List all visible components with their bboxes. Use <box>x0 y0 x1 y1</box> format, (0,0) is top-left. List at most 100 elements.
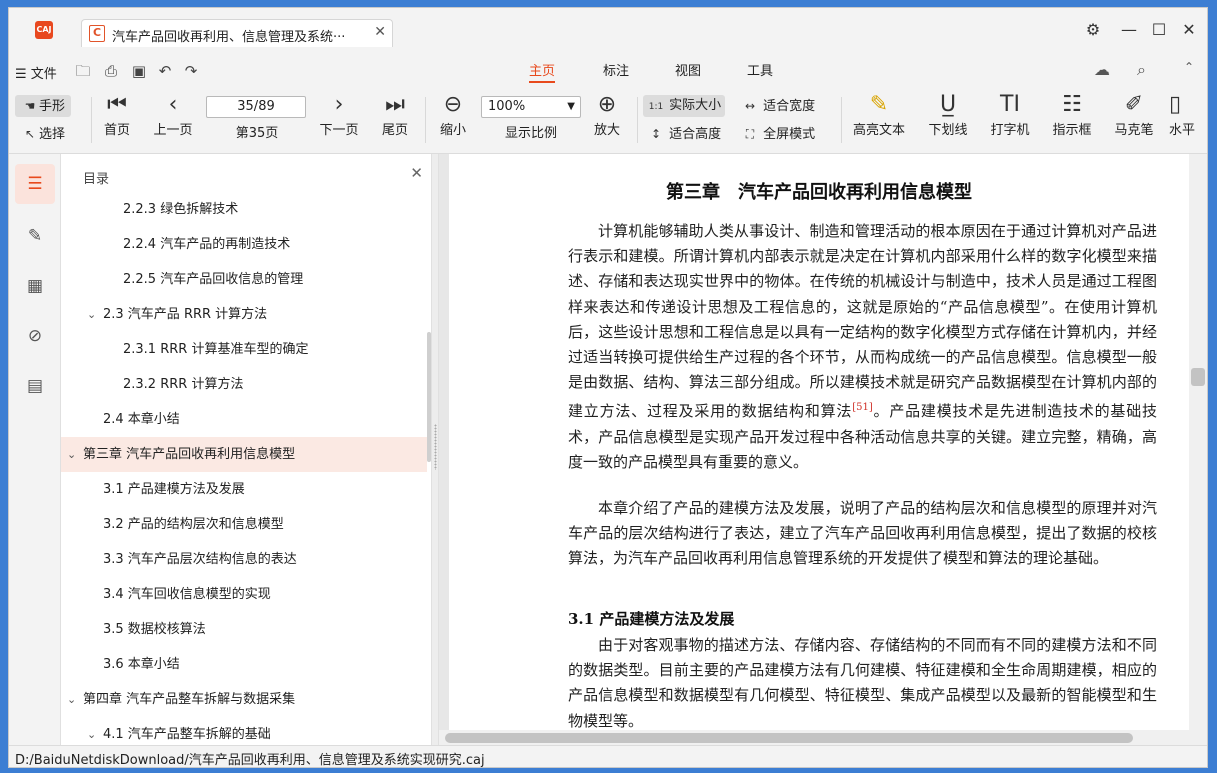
save-icon[interactable]: ▣ <box>129 61 149 81</box>
fit-height-button[interactable]: ↕ 适合高度 <box>647 123 721 145</box>
tab-annotate[interactable]: 标注 <box>603 60 629 79</box>
toc-item[interactable]: 2.4 本章小结 <box>61 402 427 437</box>
indicator-box-button[interactable]: ☷ 指示框 <box>1047 91 1097 138</box>
next-page-button[interactable]: › 下一页 <box>315 91 363 138</box>
full-screen-icon: ⛶ <box>745 127 755 141</box>
toc-item[interactable]: 2.2.4 汽车产品的再制造技术 <box>61 227 427 262</box>
full-screen-button[interactable]: ⛶ 全屏模式 <box>741 123 815 145</box>
toc-panel-icon[interactable]: ☰ <box>15 164 55 204</box>
underline-label: 下划线 <box>928 123 968 138</box>
zoom-value: 100% <box>488 99 526 114</box>
left-rail: ☰ ✎ ▦ ⊘ ▤ <box>9 154 61 745</box>
toc-item[interactable]: ⌄ 2.3 汽车产品 RRR 计算方法 <box>61 297 427 332</box>
tab-tools[interactable]: 工具 <box>747 60 773 79</box>
actual-size-icon: 1:1 <box>648 102 664 112</box>
fit-width-button[interactable]: ↔ 适合宽度 <box>741 95 815 117</box>
close-window-button[interactable]: ✕ <box>1174 20 1204 39</box>
last-page-button[interactable]: ⏭ 尾页 <box>377 91 413 138</box>
print-icon[interactable]: ⎙ <box>101 61 121 81</box>
select-tool-button[interactable]: ↖ 选择 <box>21 123 65 145</box>
redo-icon[interactable]: ↷ <box>181 61 201 81</box>
hand-tool-button[interactable]: ☚ 手形 <box>15 95 72 117</box>
actual-size-button[interactable]: 1:1 实际大小 <box>643 95 726 117</box>
typewriter-icon: TI <box>1000 92 1020 117</box>
paragraph-3: 由于对客观事物的描述方法、存储内容、存储结构的不同而有不同的建模方法和不同的数据… <box>568 636 1157 730</box>
select-tool-label: 选择 <box>39 127 66 142</box>
annotation-panel-icon[interactable]: ✎ <box>15 216 55 256</box>
chevron-left-icon: ‹ <box>168 92 178 117</box>
toc-item[interactable]: ⌄ 第三章 汽车产品回收再利用信息模型 <box>61 437 427 472</box>
toc-item[interactable]: 3.1 产品建模方法及发展 <box>61 472 427 507</box>
watermark-button[interactable]: ▯ 水平 <box>1169 91 1199 138</box>
panel-splitter[interactable] <box>431 154 439 745</box>
vertical-scroll-thumb[interactable] <box>1191 368 1205 386</box>
chevron-right-icon: › <box>334 92 344 117</box>
chevron-down-icon[interactable]: ⌄ <box>87 297 96 332</box>
page-number-input[interactable]: 35/89 <box>206 96 306 118</box>
cloud-upload-icon[interactable]: ☁ <box>1094 60 1110 79</box>
zoom-label-group: 显示比例 <box>499 122 563 141</box>
toolbar-divider <box>637 97 638 143</box>
document-tab[interactable]: C 汽车产品回收再利用、信息管理及系统··· ✕ <box>81 19 393 47</box>
toc-item[interactable]: 3.6 本章小结 <box>61 647 427 682</box>
tab-home[interactable]: 主页 <box>529 60 556 83</box>
indicator-box-label: 指示框 <box>1052 123 1092 138</box>
file-path: D:/BaiduNetdiskDownload/汽车产品回收再利用、信息管理及系… <box>15 753 485 768</box>
maximize-button[interactable]: ☐ <box>1144 20 1174 39</box>
ribbon-toolbar: ☚ 手形 ↖ 选择 ⏮ 首页 ‹ 上一页 35/89 第35页 › 下一页 ⏭ 尾页… <box>9 91 1207 151</box>
undo-icon[interactable]: ↶ <box>155 61 175 81</box>
section-title: 3.1 产品建模方法及发展 <box>568 610 735 628</box>
collapse-ribbon-icon[interactable]: ⌃ <box>1184 60 1194 74</box>
toc-item[interactable]: ⌄ 4.1 汽车产品整车拆解的基础 <box>61 717 427 745</box>
typewriter-button[interactable]: TI 打字机 <box>985 91 1035 138</box>
toc-item[interactable]: 3.3 汽车产品层次结构信息的表达 <box>61 542 427 577</box>
search-icon[interactable]: ⌕ <box>1137 60 1146 80</box>
watermark-label: 水平 <box>1169 123 1196 138</box>
toc-item[interactable]: 3.4 汽车回收信息模型的实现 <box>61 577 427 612</box>
toc-item[interactable]: 3.5 数据校核算法 <box>61 612 427 647</box>
zoom-in-button[interactable]: ⊕ 放大 <box>589 91 625 138</box>
settings-icon[interactable]: ⚙ <box>1078 20 1108 39</box>
chevron-down-icon[interactable]: ⌄ <box>67 682 76 717</box>
first-page-label: 首页 <box>103 123 130 138</box>
toc-item-label: 3.5 数据校核算法 <box>103 622 206 637</box>
menu-row: ☰ 文件 🗀 ⎙ ▣ ↶ ↷ 主页 标注 视图 工具 ☁ ⌕ ⌃ <box>9 52 1207 88</box>
close-toc-icon[interactable]: ✕ <box>410 164 423 182</box>
chevron-down-icon[interactable]: ⌄ <box>67 437 76 472</box>
tab-view[interactable]: 视图 <box>675 60 701 79</box>
close-tab-icon[interactable]: ✕ <box>374 24 386 40</box>
zoom-select[interactable]: 100% ▼ <box>481 96 581 118</box>
toc-item[interactable]: 2.3.1 RRR 计算基准车型的确定 <box>61 332 427 367</box>
zoom-out-icon: ⊖ <box>443 92 463 117</box>
toc-item-label: 3.4 汽车回收信息模型的实现 <box>103 587 271 602</box>
open-folder-icon[interactable]: 🗀 <box>73 61 93 81</box>
file-menu[interactable]: ☰ 文件 <box>15 63 57 82</box>
horizontal-scroll-thumb[interactable] <box>445 733 1133 743</box>
prev-page-button[interactable]: ‹ 上一页 <box>149 91 197 138</box>
document-info-icon[interactable]: ▤ <box>15 366 55 406</box>
minimize-button[interactable]: — <box>1114 20 1144 39</box>
vertical-scrollbar[interactable] <box>1189 154 1207 746</box>
title-bar: CAJ C 汽车产品回收再利用、信息管理及系统··· ✕ ⚙ — ☐ ✕ <box>9 8 1207 50</box>
horizontal-scrollbar[interactable] <box>439 730 1189 746</box>
toc-item[interactable]: 3.2 产品的结构层次和信息模型 <box>61 507 427 542</box>
chevron-down-icon[interactable]: ⌄ <box>87 717 96 745</box>
last-page-icon: ⏭ <box>385 92 405 117</box>
splitter-grip[interactable] <box>434 424 437 470</box>
zoom-out-button[interactable]: ⊖ 缩小 <box>435 91 471 138</box>
attachment-panel-icon[interactable]: ⊘ <box>15 316 55 356</box>
thumbnail-panel-icon[interactable]: ▦ <box>15 266 55 306</box>
dropdown-arrow-icon: ▼ <box>567 101 575 112</box>
citation-link[interactable]: [51] <box>852 402 873 413</box>
indicator-box-icon: ☷ <box>1062 92 1082 117</box>
underline-button[interactable]: U̲ 下划线 <box>923 91 973 138</box>
marker-button[interactable]: ✐ 马克笔 <box>1109 91 1159 138</box>
hand-tool-label: 手形 <box>39 99 66 114</box>
first-page-button[interactable]: ⏮ 首页 <box>99 91 135 138</box>
highlight-text-button[interactable]: ✎ 高亮文本 <box>849 91 909 138</box>
toc-item[interactable]: 2.2.3 绿色拆解技术 <box>61 192 427 227</box>
content-area: ☰ ✎ ▦ ⊘ ▤ 目录 ✕ 2.2.3 绿色拆解技术 2.2.4 汽车产品的再制… <box>9 153 1207 746</box>
toc-item[interactable]: ⌄ 第四章 汽车产品整车拆解与数据采集 <box>61 682 427 717</box>
toc-item[interactable]: 2.2.5 汽车产品回收信息的管理 <box>61 262 427 297</box>
toc-item[interactable]: 2.3.2 RRR 计算方法 <box>61 367 427 402</box>
